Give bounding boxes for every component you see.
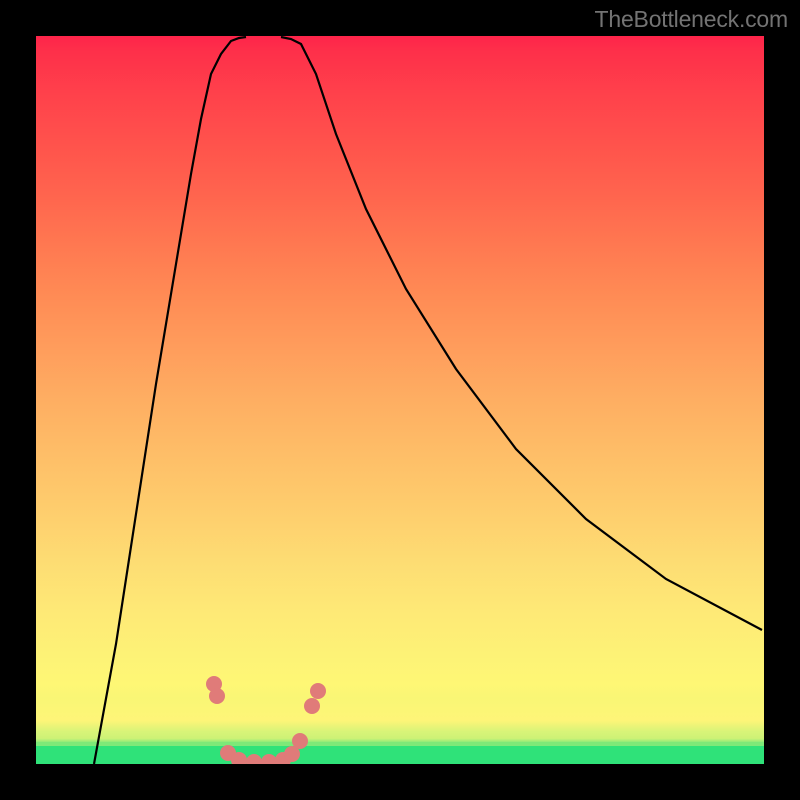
markers-group (206, 676, 326, 764)
scatter-marker (292, 733, 308, 749)
curve-left (94, 37, 246, 764)
watermark-label: TheBottleneck.com (595, 6, 788, 33)
scatter-marker (246, 754, 262, 764)
curve-right (281, 37, 762, 630)
scatter-marker (304, 698, 320, 714)
plot-svg (36, 36, 764, 764)
scatter-marker (209, 688, 225, 704)
plot-area (36, 36, 764, 764)
scatter-marker (261, 754, 277, 764)
scatter-marker (310, 683, 326, 699)
figure-outer: TheBottleneck.com (0, 0, 800, 800)
